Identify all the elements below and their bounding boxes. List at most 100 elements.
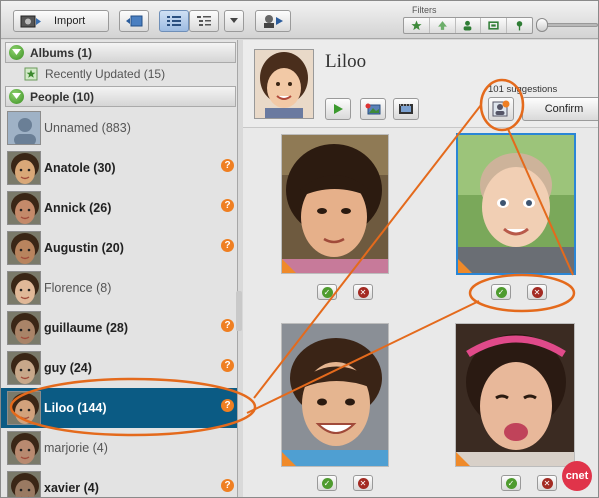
filter-people[interactable]	[456, 18, 482, 33]
suggestions-alert-icon[interactable]: ?	[221, 479, 234, 492]
avatar	[7, 271, 41, 305]
albums-section-header[interactable]: Albums (1)	[5, 42, 236, 63]
suggestions-alert-icon[interactable]: ?	[221, 359, 234, 372]
reject-icon: ✕	[541, 477, 553, 489]
accept-face-button[interactable]: ✓	[491, 284, 511, 300]
face-suggestion-icon	[492, 100, 510, 117]
sidebar-item-label: guillaume (28)	[44, 321, 129, 335]
cnet-watermark: cnet	[562, 461, 592, 491]
accept-face-button[interactable]: ✓	[317, 284, 337, 300]
filter-favorites[interactable]	[404, 18, 430, 33]
detail-view-icon	[197, 16, 211, 26]
albums-label: Albums (1)	[30, 45, 93, 60]
person-header: Liloo 101 suggestions Confirm	[243, 40, 598, 128]
disclosure-triangle-icon[interactable]	[9, 89, 24, 104]
import-label: Import	[54, 15, 86, 27]
reject-face-button[interactable]: ✕	[353, 475, 373, 491]
view-detail-button[interactable]	[189, 10, 219, 32]
unconfirmed-marker	[458, 259, 472, 273]
reject-face-button[interactable]: ✕	[527, 284, 547, 300]
sidebar: Albums (1) Recently Updated (15) People …	[1, 40, 238, 497]
main-pane: Liloo 101 suggestions Confirm ✓ ✕ ✓ ✕ ✓ …	[243, 40, 598, 497]
film-icon	[399, 104, 413, 114]
import-button[interactable]: Import	[13, 10, 109, 32]
suggestions-alert-icon[interactable]: ?	[221, 159, 234, 172]
sidebar-item-person[interactable]: Unnamed (883)	[1, 108, 237, 148]
view-list-button[interactable]	[159, 10, 189, 32]
star-icon	[411, 20, 422, 31]
sidebar-item-person[interactable]: guy (24)?	[1, 348, 237, 388]
fullscreen-icon	[126, 15, 143, 27]
sidebar-item-person[interactable]: Annick (26)?	[1, 188, 237, 228]
photo-thumbnail[interactable]	[281, 134, 389, 274]
suggestions-alert-icon[interactable]: ?	[221, 399, 234, 412]
sidebar-item-label: xavier (4)	[44, 481, 99, 495]
photo-thumbnail[interactable]	[281, 323, 389, 467]
suggestions-alert-icon[interactable]: ?	[221, 319, 234, 332]
sidebar-item-person[interactable]: Anatole (30)?	[1, 148, 237, 188]
sidebar-item-label: Unnamed (883)	[44, 121, 131, 135]
unconfirmed-marker	[282, 452, 296, 466]
unconfirmed-marker	[456, 452, 470, 466]
slideshow-icon	[264, 15, 283, 28]
reject-icon: ✕	[357, 477, 369, 489]
sidebar-item-recently-updated[interactable]: Recently Updated (15)	[1, 64, 237, 84]
sidebar-item-person[interactable]: xavier (4)?	[1, 468, 237, 497]
create-movie-button[interactable]	[393, 98, 419, 120]
reject-icon: ✕	[357, 286, 369, 298]
flag-icon	[437, 21, 447, 30]
avatar	[7, 231, 41, 265]
avatar	[7, 151, 41, 185]
filter-flagged[interactable]	[430, 18, 456, 33]
filter-bar	[403, 17, 533, 34]
pin-icon	[516, 21, 523, 31]
avatar	[7, 431, 41, 465]
sidebar-item-label: Florence (8)	[44, 281, 112, 295]
sidebar-item-label: marjorie (4)	[44, 441, 108, 455]
reject-icon: ✕	[531, 286, 543, 298]
sidebar-item-person[interactable]: Liloo (144)?	[1, 388, 237, 428]
toolbar: Import Filters	[1, 1, 598, 39]
people-label: People (10)	[30, 89, 95, 104]
people-section-header[interactable]: People (10)	[5, 86, 236, 107]
play-icon	[334, 104, 343, 114]
suggestions-alert-icon[interactable]: ?	[221, 199, 234, 212]
avatar	[7, 191, 41, 225]
confirm-button[interactable]: Confirm	[522, 97, 598, 121]
checkmark-icon: ✓	[505, 477, 517, 489]
fullscreen-button[interactable]	[119, 10, 149, 32]
accept-face-button[interactable]: ✓	[501, 475, 521, 491]
zoom-slider-knob[interactable]	[536, 18, 548, 32]
sidebar-item-person[interactable]: guillaume (28)?	[1, 308, 237, 348]
sidebar-item-label: Anatole (30)	[44, 161, 116, 175]
suggestion-count: 101 suggestions	[488, 84, 558, 95]
person-name-title[interactable]: Liloo	[325, 51, 366, 73]
filter-places[interactable]	[507, 18, 532, 33]
photo-thumbnail-selected[interactable]	[456, 133, 576, 275]
photo-thumbnail[interactable]	[455, 323, 575, 467]
reject-face-button[interactable]: ✕	[353, 284, 373, 300]
sidebar-item-person[interactable]: Augustin (20)?	[1, 228, 237, 268]
sidebar-resize-handle[interactable]	[236, 291, 242, 331]
unnamed-face-icon	[7, 111, 41, 145]
sidebar-item-person[interactable]: Florence (8)	[1, 268, 237, 308]
zoom-slider[interactable]	[536, 18, 598, 32]
avatar	[7, 391, 41, 425]
avatar	[7, 471, 41, 497]
accept-face-button[interactable]: ✓	[317, 475, 337, 491]
sidebar-item-label: guy (24)	[44, 361, 92, 375]
slideshow-button[interactable]	[255, 10, 291, 32]
reject-face-button[interactable]: ✕	[537, 475, 557, 491]
sidebar-item-person[interactable]: marjorie (4)	[1, 428, 237, 468]
set-key-photo-button[interactable]	[360, 98, 386, 120]
face-suggestions-button[interactable]	[488, 97, 514, 121]
suggestions-alert-icon[interactable]: ?	[221, 239, 234, 252]
key-photo[interactable]	[254, 49, 314, 119]
filter-screen[interactable]	[481, 18, 508, 33]
checkmark-icon: ✓	[495, 286, 507, 298]
iphoto-window: Import Filters Albums (1) Recently Updat…	[0, 0, 599, 498]
view-options-dropdown[interactable]	[224, 10, 244, 32]
screen-icon	[488, 21, 499, 30]
disclosure-triangle-icon[interactable]	[9, 45, 24, 60]
play-slideshow-button[interactable]	[325, 98, 351, 120]
